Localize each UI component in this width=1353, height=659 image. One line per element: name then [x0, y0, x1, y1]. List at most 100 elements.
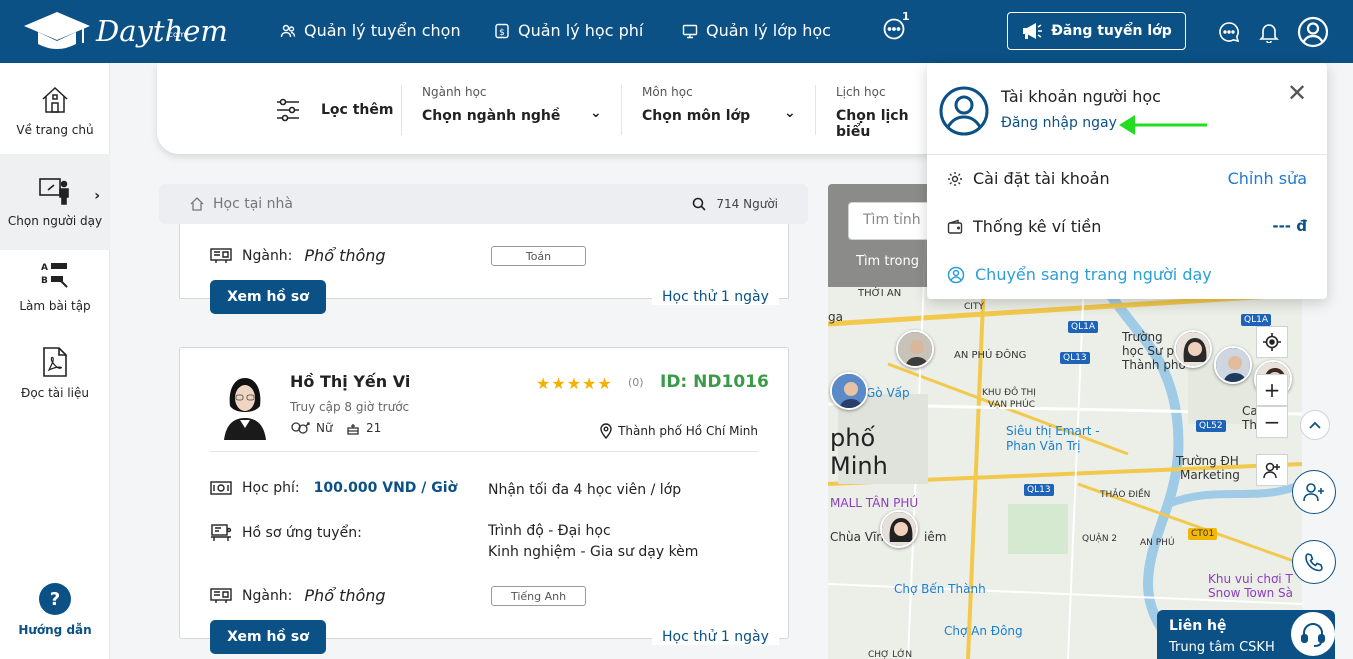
- zoom-in-button[interactable]: +: [1256, 374, 1288, 406]
- add-user-float-button[interactable]: [1292, 470, 1336, 514]
- road-tag: QL13: [1024, 484, 1054, 496]
- sidebar-item-documents[interactable]: Đọc tài liệu: [0, 325, 110, 421]
- add-user-map-button[interactable]: [1256, 454, 1288, 486]
- teacher-map-pin[interactable]: [896, 330, 934, 368]
- map-label: Gò Vấp: [866, 386, 910, 400]
- sidebar-item-label: Đọc tài liệu: [21, 386, 89, 400]
- switch-to-teacher-link[interactable]: Chuyển sang trang người dạy: [947, 265, 1212, 284]
- map-label: THẢO ĐIỀN: [1100, 490, 1151, 500]
- avatar: [214, 368, 276, 440]
- road-tag: QL1A: [1068, 321, 1098, 333]
- board-icon: [210, 247, 232, 263]
- gender: Nữ: [290, 421, 333, 435]
- user-circle-icon[interactable]: [1297, 16, 1329, 48]
- search-icon[interactable]: [692, 197, 706, 211]
- map-label: Phan Văn Trị: [1006, 439, 1081, 453]
- map-label: Marketing: [1180, 468, 1240, 482]
- view-profile-button[interactable]: Xem hồ sơ: [210, 620, 326, 654]
- road-tag: CT01: [1188, 528, 1218, 540]
- filter-caption: Môn học: [642, 85, 693, 99]
- wallet-row[interactable]: Thống kê ví tiền: [947, 217, 1101, 236]
- map-label: CHỢ LỚN: [868, 650, 913, 659]
- sidebar-item-choose-teacher[interactable]: Chọn người dạy ›: [0, 154, 110, 250]
- map-label: VẠN PHÚC: [988, 400, 1035, 410]
- age: 21: [346, 421, 381, 435]
- road-tag: QL52: [1196, 420, 1226, 432]
- help-link[interactable]: ? Hướng dẫn: [0, 583, 110, 637]
- contact-support-box[interactable]: Liên hệ Trung tâm CSKH: [1157, 610, 1335, 659]
- dollar-icon: $: [495, 23, 509, 38]
- filter-subject-select[interactable]: Môn học Chọn môn lớp ⌄: [621, 85, 815, 135]
- map-overlay-text: Tìm trong: [856, 254, 919, 269]
- chat-icon[interactable]: [1218, 21, 1240, 43]
- divider: [927, 154, 1327, 155]
- field-label: Ngành:: [242, 247, 293, 264]
- divider: [210, 451, 758, 452]
- teacher-name[interactable]: Hồ Thị Yến Vi: [290, 372, 410, 391]
- call-button[interactable]: [1292, 540, 1336, 584]
- sidebar: Về trang chủ Chọn người dạy › AB Làm bài…: [0, 63, 110, 659]
- account-settings-row[interactable]: Cài đặt tài khoản: [947, 169, 1110, 188]
- sidebar-item-label: Về trang chủ: [16, 123, 94, 137]
- scroll-up-button[interactable]: [1300, 410, 1330, 440]
- post-class-button[interactable]: Đăng tuyển lớp: [1007, 12, 1186, 50]
- map-label: Th: [1242, 418, 1257, 432]
- nav-classes[interactable]: Quản lý lớp học: [682, 21, 831, 40]
- location: Thành phố Hồ Chí Minh: [600, 423, 758, 439]
- nav-tuition-label: Quản lý học phí: [518, 21, 644, 40]
- map-label: iêm: [924, 530, 947, 544]
- pdf-document-icon: [43, 347, 67, 377]
- contact-subtitle: Trung tâm CSKH: [1169, 640, 1275, 655]
- bell-icon[interactable]: [1258, 21, 1280, 43]
- user-circle-icon: [947, 266, 965, 283]
- field-value: Phổ thông: [304, 246, 386, 265]
- fee-row: Học phí: 100.000 VND / Giờ: [210, 480, 457, 496]
- login-link[interactable]: Đăng nhập ngay: [1001, 115, 1117, 131]
- map-label: Thành phố: [1122, 358, 1186, 372]
- edit-link[interactable]: Chỉnh sửa: [1228, 169, 1307, 188]
- field-row: Ngành: Phổ thông: [210, 246, 386, 265]
- field-row: Ngành: Phổ thông: [210, 586, 386, 605]
- logo-text: Daythem: [96, 14, 228, 48]
- teacher-map-pin[interactable]: [830, 372, 868, 410]
- nav-tuition[interactable]: $ Quản lý học phí: [494, 21, 643, 40]
- study-mode-label[interactable]: Học tại nhà: [213, 196, 293, 212]
- chevron-down-icon: ⌄: [784, 105, 796, 121]
- result-count: 714 Người: [692, 197, 778, 211]
- filter-schedule-select[interactable]: Lịch học Chọn lịch biểu: [815, 85, 945, 140]
- users-icon: [280, 24, 296, 37]
- profile-label: Hồ sơ ứng tuyển:: [242, 525, 362, 541]
- sidebar-item-exercises[interactable]: AB Làm bài tập: [0, 238, 110, 334]
- map-label: Siêu thị Emart -: [1006, 424, 1100, 438]
- wallet-icon: [947, 219, 963, 234]
- zoom-out-button[interactable]: −: [1256, 406, 1288, 438]
- profile-row: Hồ sơ ứng tuyển:: [210, 524, 362, 542]
- teacher-card[interactable]: Hồ Thị Yến Vi Truy cập 8 giờ trước Nữ 21…: [179, 347, 789, 639]
- map-label: THỚI AN: [858, 288, 902, 299]
- teacher-map-pin[interactable]: [1214, 346, 1252, 384]
- nav-recruitment[interactable]: Quản lý tuyển chọn: [280, 21, 461, 40]
- filter-major-select[interactable]: Ngành học Chọn ngành nghề ⌄: [401, 85, 621, 135]
- degree: Trình độ - Đại học: [488, 523, 611, 539]
- teacher-id: ID: ND1016: [660, 372, 769, 392]
- question-icon: ?: [39, 583, 71, 615]
- capacity: Nhận tối đa 4 học viên / lớp: [488, 482, 682, 498]
- chevron-down-icon: ⌄: [590, 105, 602, 121]
- sidebar-item-home[interactable]: Về trang chủ: [0, 63, 110, 159]
- map-search-input[interactable]: Tìm tỉnh: [848, 202, 938, 240]
- sidebar-item-label: Chọn người dạy: [7, 214, 103, 228]
- map-label: CITY: [964, 302, 984, 312]
- logo[interactable]: Daythem: [22, 10, 228, 52]
- account-dropdown: Tài khoản người học Đăng nhập ngay ✕ Cài…: [927, 63, 1327, 299]
- locate-button[interactable]: [1256, 326, 1288, 358]
- more-filters-button[interactable]: Lọc thêm: [275, 97, 393, 123]
- close-icon[interactable]: ✕: [1287, 79, 1307, 107]
- subject-tag: Tiếng Anh: [491, 586, 586, 606]
- teacher-board-icon: [39, 178, 69, 205]
- sidebar-item-label: Làm bài tập: [19, 299, 91, 313]
- wallet-balance: --- đ: [1272, 217, 1307, 235]
- view-profile-button[interactable]: Xem hồ sơ: [210, 280, 326, 314]
- map-label: MALL TÂN PHÚ: [830, 496, 919, 510]
- teacher-map-pin[interactable]: [1174, 330, 1212, 368]
- teacher-map-pin[interactable]: [880, 510, 918, 548]
